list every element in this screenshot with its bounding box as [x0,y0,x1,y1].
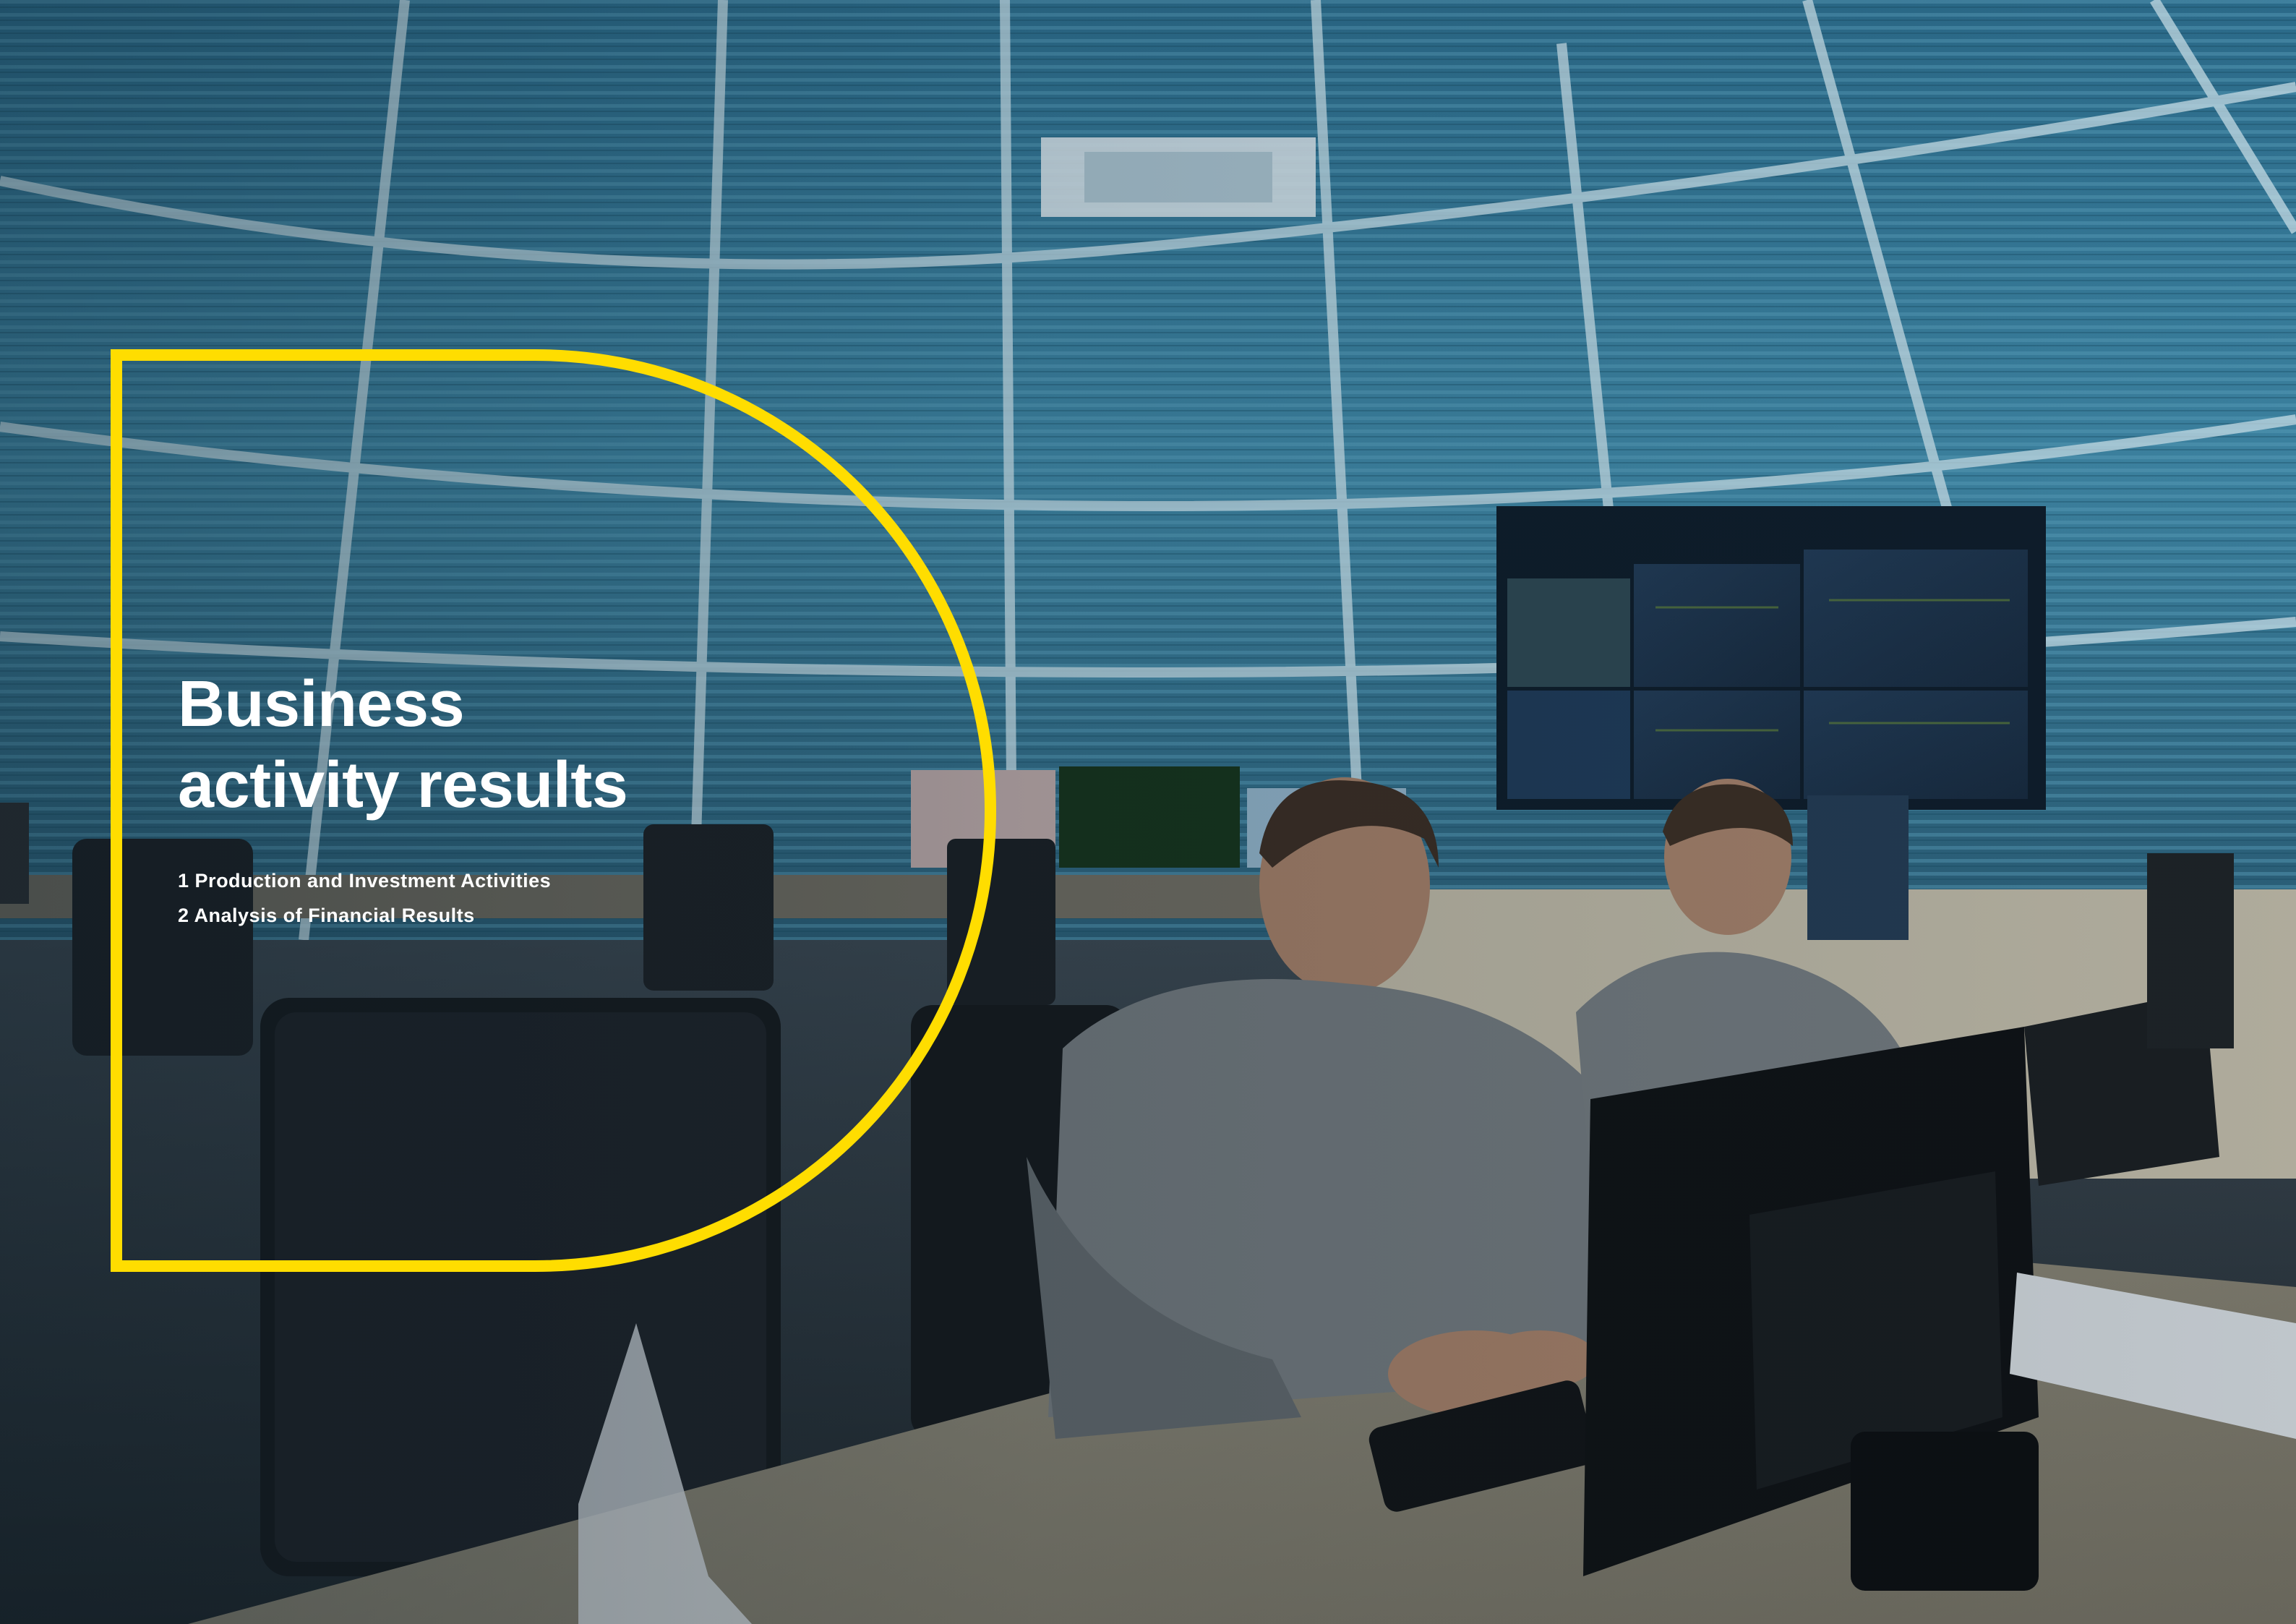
toc-item-number: 2 [178,905,189,926]
toc-item-label: Analysis of Financial Results [194,905,475,926]
table-of-contents: 1 Production and Investment Activities 2… [178,863,551,933]
toc-item-number: 1 [178,870,189,892]
toc-item-production-investment[interactable]: 1 Production and Investment Activities [178,863,551,898]
section-title-line2: activity results [178,749,628,821]
toc-item-label: Production and Investment Activities [194,870,552,892]
toc-item-financial-results[interactable]: 2 Analysis of Financial Results [178,898,551,933]
section-title: Business activity results [178,664,628,826]
section-title-line1: Business [178,668,465,740]
